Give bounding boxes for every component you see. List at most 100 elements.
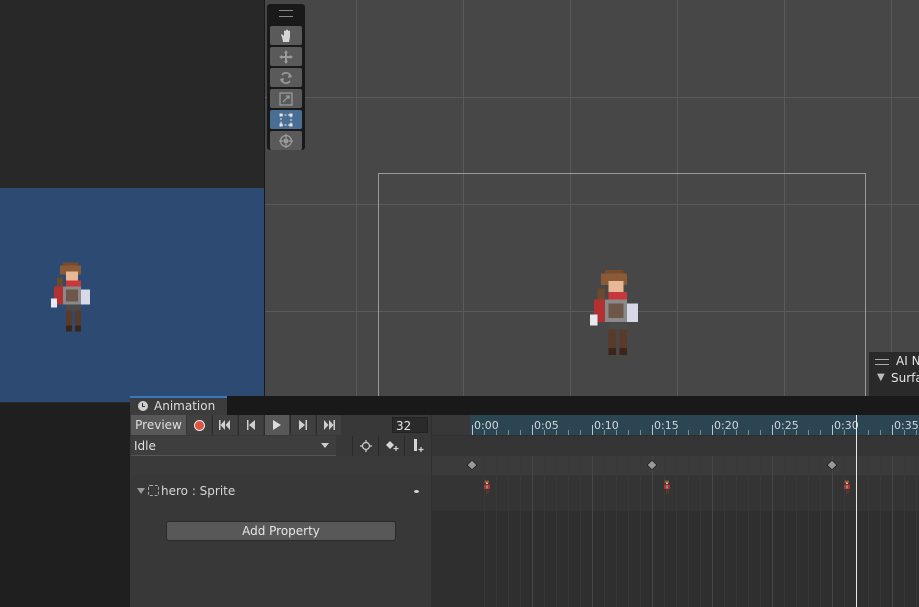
ruler-minor-tick xyxy=(604,430,605,435)
add-keyframe-icon xyxy=(385,441,398,451)
rect-tool-button[interactable] xyxy=(270,110,302,129)
ruler-minor-tick xyxy=(796,430,797,435)
dopesheet-grid-line xyxy=(820,456,821,607)
ai-navigation-overlay: AI N ▼ Surfa xyxy=(869,352,919,398)
ruler-minor-tick xyxy=(580,430,581,435)
ruler-tick-label: 0:25 xyxy=(774,419,799,432)
play-icon xyxy=(273,420,281,430)
ruler-minor-tick xyxy=(748,430,749,435)
ruler-minor-tick xyxy=(568,430,569,435)
hand-tool-button[interactable] xyxy=(270,26,302,45)
ruler-minor-tick xyxy=(664,430,665,435)
dopesheet-grid-line xyxy=(904,456,905,607)
dopesheet-grid-line xyxy=(712,456,713,607)
step-forward-icon xyxy=(299,420,307,430)
expand-arrow-icon[interactable] xyxy=(137,488,145,494)
dopesheet-grid-line xyxy=(700,456,701,607)
preview-button[interactable]: Preview xyxy=(131,415,186,435)
play-button[interactable] xyxy=(264,415,289,435)
ruler-minor-tick xyxy=(916,430,917,435)
dopesheet-grid-line xyxy=(676,456,677,607)
add-keyframe-button[interactable] xyxy=(378,436,404,456)
skip-start-icon xyxy=(219,420,230,430)
surfaces-label[interactable]: Surfa xyxy=(891,371,919,385)
ruler-major-tick xyxy=(712,425,713,435)
previous-frame-button[interactable] xyxy=(238,415,263,435)
ruler-minor-tick xyxy=(880,430,881,435)
ruler-tick-label: 0:20 xyxy=(714,419,739,432)
animation-tab-bar xyxy=(130,396,919,415)
hand-icon xyxy=(281,29,290,42)
add-property-button[interactable]: Add Property xyxy=(166,521,396,541)
dopesheet-grid-line xyxy=(832,456,833,607)
ruler-tick-label: 0:30 xyxy=(834,419,859,432)
ruler-tick-label: 0:35 xyxy=(894,419,919,432)
dopesheet-grid-line xyxy=(580,456,581,607)
dopesheet-grid-line xyxy=(736,456,737,607)
sprite-keyframe-thumbnail[interactable] xyxy=(661,480,673,499)
clip-selector[interactable]: Idle xyxy=(131,436,336,456)
ruler-major-tick xyxy=(592,425,593,435)
dopesheet-grid-line xyxy=(652,456,653,607)
ruler-minor-tick xyxy=(820,430,821,435)
frame-number-field[interactable]: 32 xyxy=(392,417,428,433)
expand-arrow-icon[interactable]: ▼ xyxy=(877,372,885,383)
record-button[interactable] xyxy=(187,415,211,435)
crosshair-icon xyxy=(359,440,372,452)
dopesheet-grid-line xyxy=(520,456,521,607)
playhead[interactable] xyxy=(856,415,857,607)
scene-hero-sprite[interactable] xyxy=(583,270,649,373)
chevron-down-icon xyxy=(321,443,329,448)
palette-grip[interactable] xyxy=(279,10,293,17)
property-row[interactable]: hero : Sprite xyxy=(131,480,431,502)
ruler-tick-label: 0:00 xyxy=(474,419,499,432)
dopesheet-grid-line xyxy=(568,456,569,607)
dopesheet-grid-line xyxy=(604,456,605,607)
animation-tab[interactable]: Animation xyxy=(130,396,227,415)
next-frame-button[interactable] xyxy=(290,415,315,435)
ruler-minor-tick xyxy=(676,430,677,435)
dopesheet-grid-line xyxy=(844,456,845,607)
rotate-tool-button[interactable] xyxy=(270,68,302,87)
dopesheet-grid-line xyxy=(892,456,893,607)
dopesheet-grid-line xyxy=(628,456,629,607)
ruler-minor-tick xyxy=(508,430,509,435)
property-options-icon[interactable] xyxy=(414,490,419,493)
dopesheet-grid-line xyxy=(664,456,665,607)
dopesheet-grid-line xyxy=(688,456,689,607)
snap-keyframe-button[interactable] xyxy=(352,436,378,456)
scale-tool-button[interactable] xyxy=(270,89,302,108)
last-frame-button[interactable] xyxy=(316,415,341,435)
dopesheet-grid-line xyxy=(592,456,593,607)
ruler-minor-tick xyxy=(808,430,809,435)
first-frame-button[interactable] xyxy=(212,415,237,435)
scene-tools-palette xyxy=(267,4,305,150)
dopesheet-grid-line xyxy=(616,456,617,607)
move-tool-button[interactable] xyxy=(270,47,302,66)
events-track[interactable] xyxy=(432,436,919,456)
rect-transform-icon xyxy=(279,113,293,126)
ruler-minor-tick xyxy=(700,430,701,435)
dopesheet-grid-line xyxy=(532,456,533,607)
ruler-tick-label: 0:10 xyxy=(594,419,619,432)
ai-navigation-title: AI N xyxy=(896,354,919,368)
scene-view[interactable] xyxy=(265,0,919,400)
dopesheet-grid-line xyxy=(496,456,497,607)
ruler-major-tick xyxy=(772,425,773,435)
overlay-grip[interactable] xyxy=(875,359,889,365)
transform-tool-button[interactable] xyxy=(270,131,302,150)
ruler-minor-tick xyxy=(784,430,785,435)
dopesheet-grid-line xyxy=(808,456,809,607)
ruler-gap xyxy=(432,415,470,435)
clip-name: Idle xyxy=(134,439,156,453)
ruler-major-tick xyxy=(472,425,473,435)
dopesheet-grid-line xyxy=(880,456,881,607)
ruler-major-tick xyxy=(832,425,833,435)
ruler-minor-tick xyxy=(496,430,497,435)
step-back-icon xyxy=(247,420,255,430)
sprite-keyframe-thumbnail[interactable] xyxy=(481,480,493,499)
dopesheet-grid-line xyxy=(508,456,509,607)
ruler-minor-tick xyxy=(724,430,725,435)
add-event-button[interactable] xyxy=(404,436,430,456)
sprite-keyframe-thumbnail[interactable] xyxy=(841,480,853,499)
